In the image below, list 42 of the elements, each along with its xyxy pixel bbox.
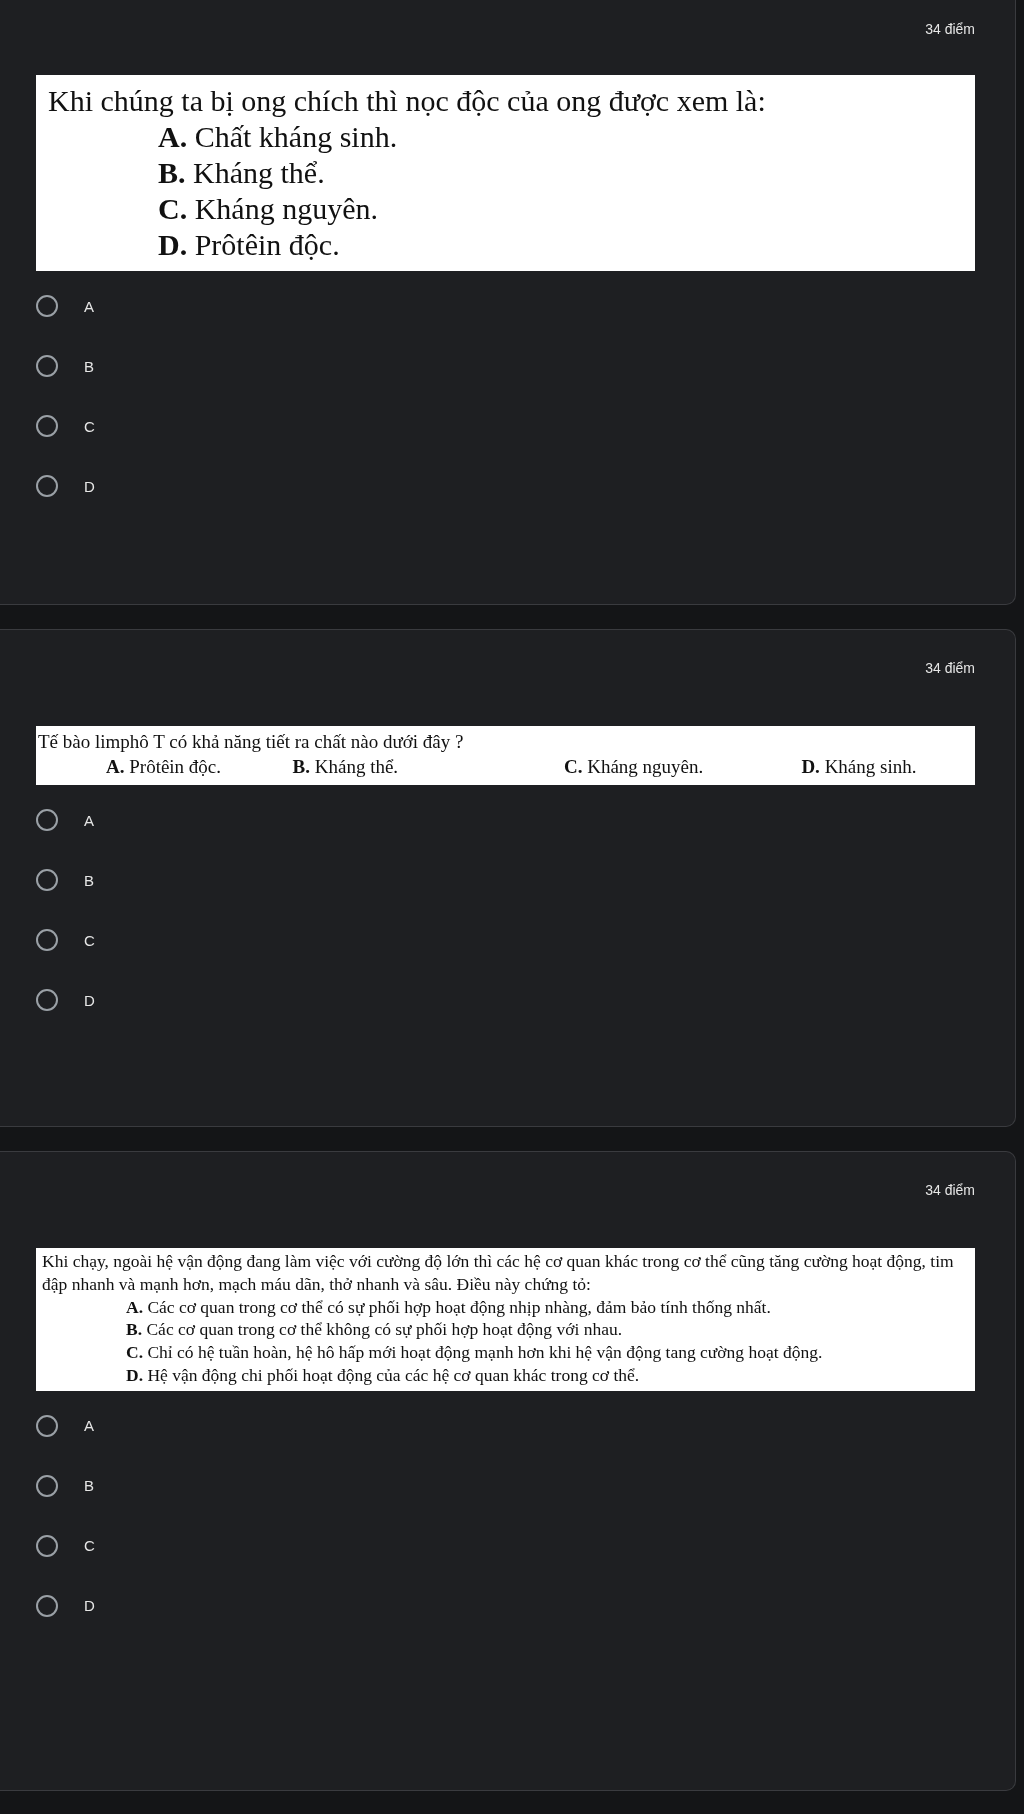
radio-option[interactable]: C [36, 929, 975, 952]
radio-icon[interactable] [36, 1414, 58, 1437]
radio-icon[interactable] [36, 869, 58, 892]
radio-option[interactable]: A [36, 295, 975, 317]
question-text: Khi chạy, ngoài hệ vận động đang làm việc với cường độ lớn thì các hệ cơ quan khác trong cơ thể cũng tăng cường hoạt động, tim đập nhanh và mạnh hơn, mạch máu dãn, thở nhanh và sâu. Điều này chứng tỏ: [42, 1250, 955, 1296]
radio-option[interactable]: C [36, 415, 975, 437]
answer-option: D. Hệ vận động chi phối hoạt động của các hệ cơ quan khác trong cơ thể. [42, 1363, 967, 1387]
answer-option: B. Kháng thể. [292, 754, 564, 780]
answer-option: C. Kháng nguyên. [563, 754, 802, 780]
points-label: 34 điểm [925, 21, 975, 37]
radio-option[interactable]: D [36, 989, 975, 1012]
answer-option: A. Prôtêin độc. [106, 754, 293, 780]
radio-icon[interactable] [36, 809, 58, 832]
answer-option: D. Prôtêin độc. [48, 227, 963, 263]
radio-option[interactable]: A [36, 809, 975, 832]
answer-option: C. Chỉ có hệ tuần hoàn, hệ hô hấp mới hoạt động mạnh hơn khi hệ vận động tang cường hoạt động. [42, 1341, 967, 1364]
radio-option[interactable]: D [36, 1594, 975, 1617]
radio-icon[interactable] [36, 929, 58, 952]
question-text: Khi chúng ta bị ong chích thì nọc độc của ong được xem là: [48, 83, 767, 119]
answer-option: D. Kháng sinh. [801, 754, 971, 780]
radio-option[interactable]: D [36, 475, 975, 497]
radio-icon[interactable] [36, 415, 58, 437]
answer-option: C. Kháng nguyên. [48, 191, 963, 227]
radio-icon[interactable] [36, 475, 58, 497]
radio-icon[interactable] [36, 295, 58, 317]
radio-option[interactable]: A [36, 1414, 975, 1437]
question-text: Tế bào limphô T có khả năng tiết ra chất nào dưới đây ? [38, 730, 465, 754]
radio-option[interactable]: B [36, 1474, 975, 1497]
radio-icon[interactable] [36, 1534, 58, 1557]
points-label: 34 điểm [925, 1182, 975, 1198]
radio-option[interactable]: C [36, 1534, 975, 1557]
radio-icon[interactable] [36, 1474, 58, 1497]
radio-option[interactable]: B [36, 869, 975, 892]
answer-option: A. Các cơ quan trong cơ thể có sự phối hợp hoạt động nhịp nhàng, đảm bảo tính thống nhất. [42, 1295, 967, 1319]
answer-option: A. Chất kháng sinh. [48, 119, 963, 155]
radio-icon[interactable] [36, 989, 58, 1012]
answer-option: B. Kháng thể. [48, 155, 963, 191]
radio-option[interactable]: B [36, 355, 975, 377]
answer-option: B. Các cơ quan trong cơ thể không có sự phối hợp hoạt động với nhau. [42, 1318, 967, 1341]
radio-icon[interactable] [36, 1594, 58, 1617]
points-label: 34 điểm [925, 660, 975, 676]
radio-icon[interactable] [36, 355, 58, 377]
